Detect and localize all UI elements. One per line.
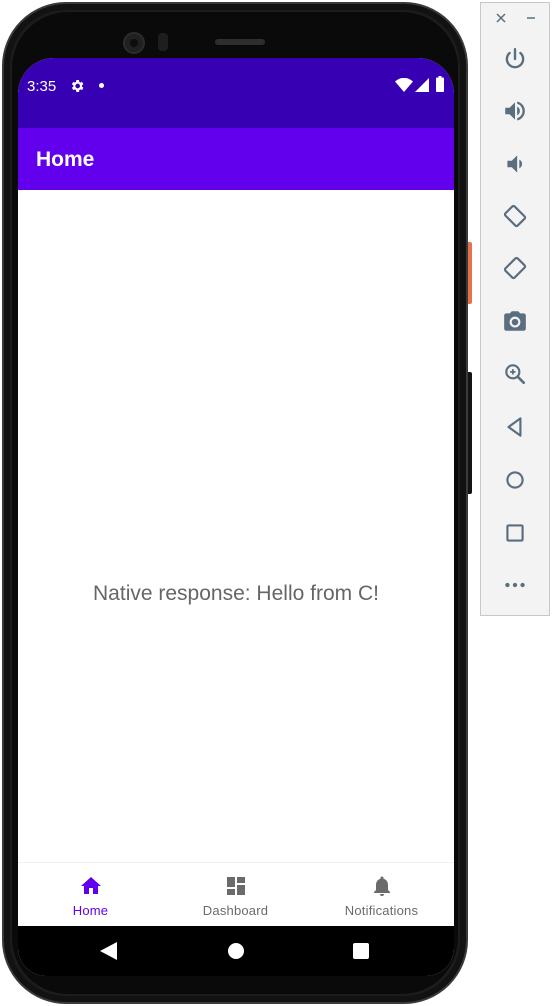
volume-up-button[interactable] xyxy=(501,97,529,125)
status-bar: 3:35 xyxy=(18,58,454,128)
native-response-text: Native response: Hello from C! xyxy=(93,582,379,605)
app-bar: Home xyxy=(18,128,454,190)
nav-item-home[interactable]: Home xyxy=(18,863,163,927)
home-icon xyxy=(506,471,524,489)
notification-dot xyxy=(99,83,104,88)
zoom-button[interactable] xyxy=(501,360,529,388)
power-icon xyxy=(505,48,525,69)
emulator-toolbar xyxy=(480,2,550,616)
home-icon xyxy=(80,877,101,894)
status-time: 3:35 xyxy=(27,78,57,95)
overview-button[interactable] xyxy=(501,519,529,547)
rotate-left-icon xyxy=(503,204,527,228)
volume-up-icon xyxy=(505,101,525,121)
back-button[interactable] xyxy=(501,413,529,441)
zoom-icon xyxy=(505,364,525,384)
home-circle-icon[interactable] xyxy=(228,943,244,959)
dashboard-icon xyxy=(226,877,245,895)
nav-item-notifications[interactable]: Notifications xyxy=(309,863,454,927)
page-title: Home xyxy=(36,148,95,171)
proximity-sensor xyxy=(158,33,168,51)
back-icon xyxy=(507,417,522,437)
minimize-icon[interactable] xyxy=(524,11,538,25)
nav-label-home: Home xyxy=(72,903,109,918)
settings-gear-icon xyxy=(71,80,84,92)
power-button[interactable] xyxy=(501,45,529,73)
power-side-button[interactable] xyxy=(468,242,472,304)
recents-icon[interactable] xyxy=(353,943,369,959)
rotate-right-button[interactable] xyxy=(501,254,529,282)
system-navigation-bar xyxy=(18,926,454,976)
nav-label-dashboard: Dashboard xyxy=(202,903,269,918)
wifi-icon xyxy=(395,78,413,92)
bottom-navigation: Home Dashboard Notifications xyxy=(18,862,454,926)
camera-icon xyxy=(504,311,526,331)
battery-icon xyxy=(436,76,444,92)
nav-label-notifications: Notifications xyxy=(344,903,419,918)
signal-icon xyxy=(415,78,429,92)
bell-icon xyxy=(373,876,390,896)
earpiece-speaker xyxy=(215,39,265,45)
front-camera xyxy=(123,32,145,54)
more-icon xyxy=(505,582,525,588)
close-icon[interactable] xyxy=(494,11,508,25)
home-content: Native response: Hello from C! xyxy=(18,190,454,862)
rotate-left-button[interactable] xyxy=(501,202,529,230)
back-icon[interactable] xyxy=(100,942,118,960)
volume-down-button[interactable] xyxy=(501,150,529,178)
nav-item-dashboard[interactable]: Dashboard xyxy=(163,863,308,927)
overview-icon xyxy=(506,524,524,542)
volume-side-button[interactable] xyxy=(468,372,472,494)
volume-down-icon xyxy=(507,155,523,173)
screenshot-button[interactable] xyxy=(501,307,529,335)
home-button[interactable] xyxy=(501,466,529,494)
rotate-right-icon xyxy=(503,256,527,280)
device-screen: 3:35 Home Native response: Hello from C!… xyxy=(18,58,454,976)
more-button[interactable] xyxy=(501,571,529,599)
